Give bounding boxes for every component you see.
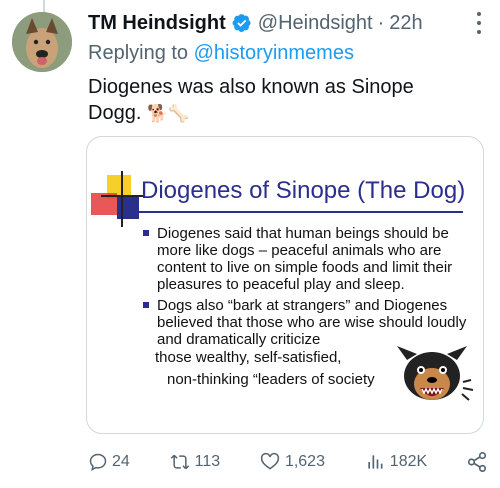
reply-prefix: Replying to bbox=[88, 42, 194, 64]
share-icon bbox=[467, 452, 487, 472]
replying-to: Replying to @historyinmemes bbox=[88, 42, 354, 65]
slide-bullets: Diogenes said that human beings should b… bbox=[143, 225, 473, 352]
slide-continuation-2: non-thinking “leaders of society bbox=[167, 371, 375, 388]
slide-bullet-text: Dogs also “bark at strangers” and Diogen… bbox=[157, 297, 467, 348]
tweet-actions: 24 113 1,623 182K bbox=[88, 448, 488, 476]
dog-avatar-icon bbox=[12, 12, 72, 72]
separator-dot: · bbox=[377, 11, 385, 34]
slide-continuation-1: those wealthy, self-satisfied, bbox=[155, 349, 342, 366]
slide-decor-line-h bbox=[101, 195, 145, 197]
retweet-button[interactable]: 113 bbox=[169, 452, 221, 472]
timestamp[interactable]: 22h bbox=[389, 12, 422, 35]
author-handle[interactable]: @Heindsight bbox=[258, 12, 373, 35]
reply-icon bbox=[89, 453, 107, 471]
slide-decor-line-v bbox=[121, 171, 123, 227]
barking-dog-icon bbox=[397, 346, 474, 401]
dog-bone-emoji-icon: 🐕🦴 bbox=[146, 104, 190, 123]
views-count: 182K bbox=[389, 453, 428, 470]
retweet-count: 113 bbox=[194, 453, 221, 470]
like-count: 1,623 bbox=[284, 453, 325, 470]
media-image[interactable]: Diogenes of Sinope (The Dog) Diogenes sa… bbox=[86, 136, 484, 434]
reply-mention-link[interactable]: @historyinmemes bbox=[194, 42, 354, 64]
slide-bullet: Dogs also “bark at strangers” and Diogen… bbox=[143, 297, 473, 348]
avatar[interactable] bbox=[12, 12, 72, 72]
more-icon[interactable] bbox=[468, 12, 490, 34]
views-button[interactable]: 182K bbox=[364, 452, 427, 472]
like-icon bbox=[260, 452, 280, 470]
retweet-icon bbox=[170, 454, 189, 470]
tweet-body: Diogenes was also known as Sinope Dogg. bbox=[88, 76, 414, 124]
slide-title: Diogenes of Sinope (The Dog) bbox=[141, 177, 466, 204]
like-button[interactable]: 1,623 bbox=[259, 452, 325, 472]
verified-badge-icon bbox=[232, 13, 252, 33]
slide-bullet-text: Diogenes said that human beings should b… bbox=[157, 225, 453, 293]
reply-button[interactable]: 24 bbox=[88, 452, 130, 472]
slide-title-rule bbox=[123, 211, 463, 213]
author-name[interactable]: TM Heindsight bbox=[88, 12, 226, 35]
slide-bullet: Diogenes said that human beings should b… bbox=[143, 225, 473, 293]
tweet-text: Diogenes was also known as Sinope Dogg. … bbox=[88, 74, 468, 127]
tweet-header: TM Heindsight @Heindsight · 22h bbox=[88, 10, 460, 36]
views-icon bbox=[368, 455, 383, 469]
reply-count: 24 bbox=[112, 453, 130, 470]
share-button[interactable] bbox=[466, 451, 488, 473]
